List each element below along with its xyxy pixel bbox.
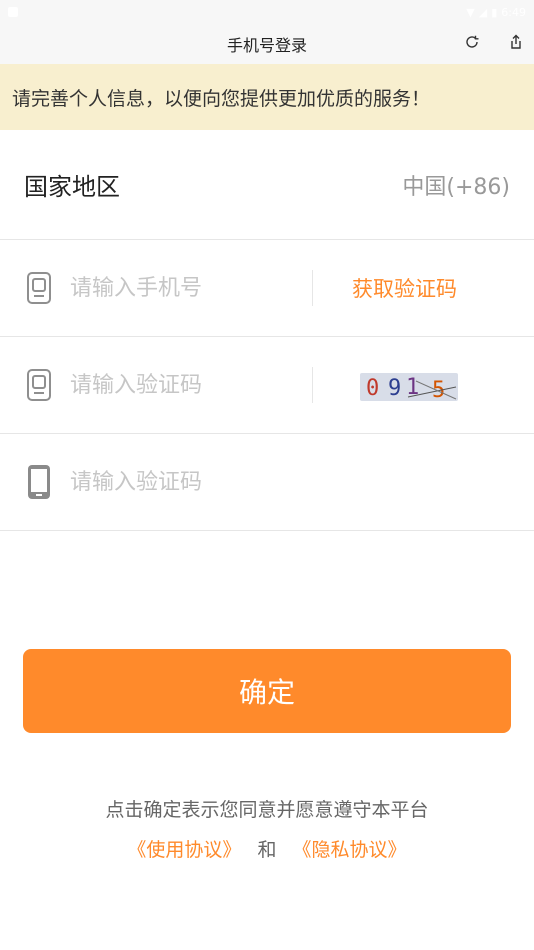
field-divider	[312, 270, 313, 306]
privacy-link[interactable]: 《隐私协议》	[293, 839, 407, 861]
agreement-text: 点击确定表示您同意并愿意遵守本平台	[105, 799, 429, 821]
signal-icon: ◢	[478, 5, 488, 19]
notice-text: 请完善个人信息，以便向您提供更加优质的服务！	[12, 87, 431, 110]
captcha-image[interactable]: 0 9 1 5	[360, 373, 458, 401]
agreement-links: 《使用协议》 和 《隐私协议》	[0, 830, 534, 870]
confirm-button[interactable]: 确定	[23, 649, 511, 733]
phone-outline-icon	[24, 368, 54, 402]
share-icon[interactable]	[508, 34, 524, 55]
sms-code-input[interactable]	[68, 468, 292, 496]
sms-row	[0, 434, 534, 531]
captcha-char: 9	[388, 376, 401, 401]
status-time: 6:49	[501, 5, 526, 19]
get-code-button[interactable]: 获取验证码	[352, 273, 457, 303]
phone-outline-icon	[24, 271, 54, 305]
title-actions	[464, 24, 524, 64]
page-title: 手机号登录	[226, 36, 307, 55]
captcha-char: 0	[366, 376, 379, 401]
captcha-input[interactable]	[68, 371, 292, 399]
refresh-icon[interactable]	[464, 34, 480, 55]
and-text: 和	[257, 839, 277, 861]
phone-filled-icon	[24, 464, 54, 500]
agreement-text-block: 点击确定表示您同意并愿意遵守本平台 《使用协议》 和 《隐私协议》	[0, 790, 534, 870]
notification-icon	[8, 7, 18, 17]
phone-input[interactable]	[68, 274, 292, 302]
wifi-icon: ▼	[466, 5, 475, 19]
notice-banner: 请完善个人信息，以便向您提供更加优质的服务！	[0, 64, 534, 130]
region-row[interactable]: 国家地区 中国(+86)	[0, 130, 534, 240]
battery-icon: ▮	[491, 5, 498, 19]
region-label: 国家地区	[24, 173, 120, 201]
region-value[interactable]: 中国(+86)	[402, 169, 510, 201]
terms-link[interactable]: 《使用协议》	[127, 839, 241, 861]
captcha-row: 0 9 1 5	[0, 337, 534, 434]
status-bar: ▼ ◢ ▮ 6:49	[0, 0, 534, 24]
phone-row: 获取验证码	[0, 240, 534, 337]
title-bar: 手机号登录	[0, 24, 534, 64]
status-indicators: ▼ ◢ ▮ 6:49	[466, 6, 526, 19]
field-divider	[312, 367, 313, 403]
